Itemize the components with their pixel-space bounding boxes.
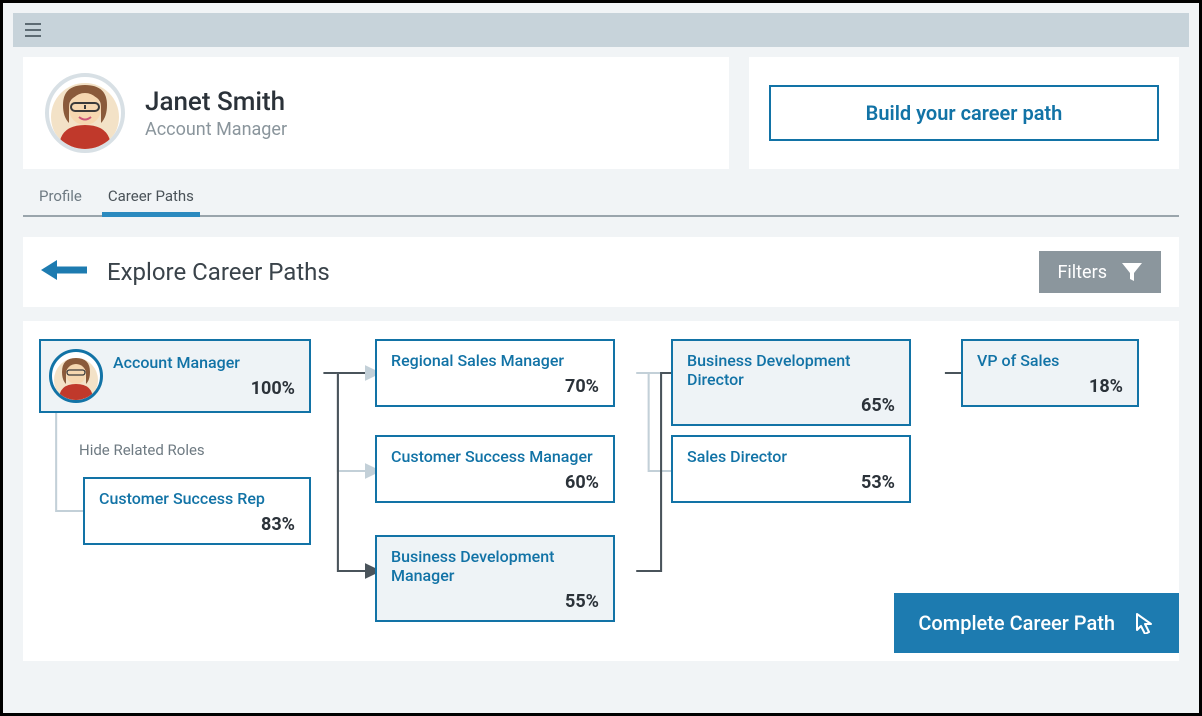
avatar xyxy=(45,73,125,153)
tab-career-paths[interactable]: Career Paths xyxy=(108,181,194,215)
filter-icon xyxy=(1121,261,1143,283)
node-percent: 83% xyxy=(99,514,295,535)
node-title: Sales Director xyxy=(687,447,895,466)
build-career-path-button[interactable]: Build your career path xyxy=(769,85,1159,141)
hide-related-roles-toggle[interactable]: Hide Related Roles xyxy=(79,441,205,459)
profile-text: Janet Smith Account Manager xyxy=(145,87,287,140)
complete-career-path-button[interactable]: Complete Career Path xyxy=(894,593,1179,653)
node-title: Business Development Director xyxy=(687,351,895,389)
tab-bar: Profile Career Paths xyxy=(23,181,1179,217)
profile-card: Janet Smith Account Manager xyxy=(23,57,729,169)
header-row: Janet Smith Account Manager Build your c… xyxy=(23,57,1179,169)
explore-bar: Explore Career Paths Filters xyxy=(23,237,1179,307)
top-bar xyxy=(13,13,1189,47)
avatar-small xyxy=(49,349,103,403)
filters-button[interactable]: Filters xyxy=(1039,251,1161,293)
node-percent: 60% xyxy=(391,472,599,493)
app-frame: Janet Smith Account Manager Build your c… xyxy=(0,0,1202,716)
node-percent: 70% xyxy=(391,376,599,397)
complete-label: Complete Career Path xyxy=(918,611,1115,635)
node-title: Customer Success Rep xyxy=(99,489,295,508)
node-business-development-manager[interactable]: Business Development Manager 55% xyxy=(375,535,615,622)
node-vp-of-sales[interactable]: VP of Sales 18% xyxy=(961,339,1139,407)
node-business-development-director[interactable]: Business Development Director 65% xyxy=(671,339,911,426)
career-path-canvas: Account Manager 100% Hide Related Roles … xyxy=(23,321,1179,661)
build-card: Build your career path xyxy=(749,57,1179,169)
node-percent: 18% xyxy=(977,376,1123,397)
tab-profile[interactable]: Profile xyxy=(39,181,82,215)
node-regional-sales-manager[interactable]: Regional Sales Manager 70% xyxy=(375,339,615,407)
avatar-image xyxy=(49,77,121,149)
node-percent: 55% xyxy=(391,591,599,612)
node-percent: 65% xyxy=(687,395,895,416)
node-percent: 100% xyxy=(113,378,295,399)
back-arrow-icon[interactable] xyxy=(41,257,89,287)
explore-title: Explore Career Paths xyxy=(107,258,1021,286)
node-customer-success-manager[interactable]: Customer Success Manager 60% xyxy=(375,435,615,503)
node-title: Customer Success Manager xyxy=(391,447,599,466)
node-title: Regional Sales Manager xyxy=(391,351,599,370)
filters-label: Filters xyxy=(1057,262,1107,283)
node-title: Business Development Manager xyxy=(391,547,599,585)
node-title: Account Manager xyxy=(113,353,295,372)
profile-title: Account Manager xyxy=(145,119,287,140)
cursor-icon xyxy=(1135,612,1155,634)
node-sales-director[interactable]: Sales Director 53% xyxy=(671,435,911,503)
node-title: VP of Sales xyxy=(977,351,1123,370)
profile-name: Janet Smith xyxy=(145,87,287,117)
menu-icon[interactable] xyxy=(25,23,41,37)
node-percent: 53% xyxy=(687,472,895,493)
node-customer-success-rep[interactable]: Customer Success Rep 83% xyxy=(83,477,311,545)
node-account-manager[interactable]: Account Manager 100% xyxy=(39,339,311,413)
